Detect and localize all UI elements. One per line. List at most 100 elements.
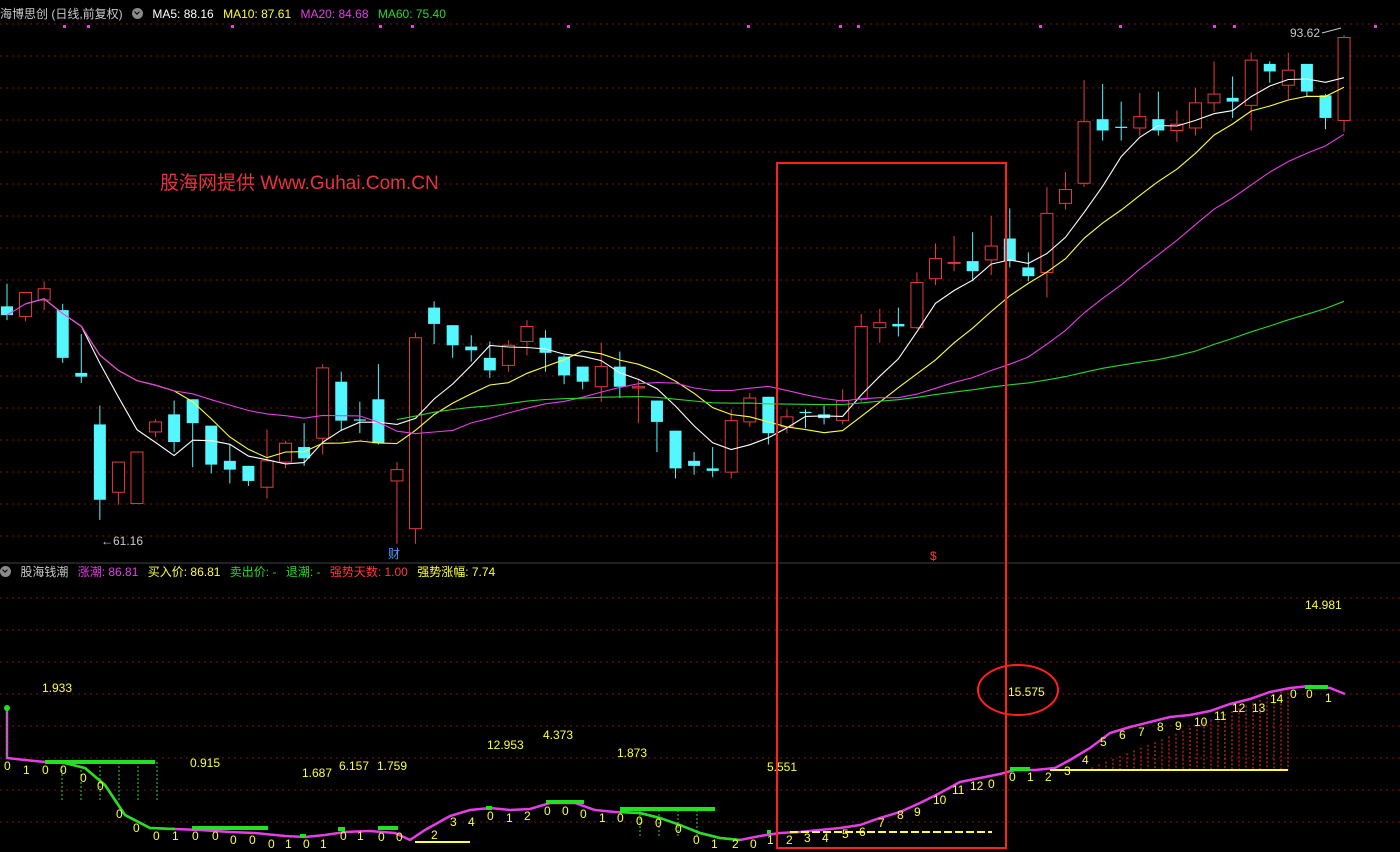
- value-label: 5.551: [767, 760, 797, 774]
- counter-label: 0: [212, 829, 219, 843]
- candle-body-down: [483, 357, 496, 371]
- candle-body-down: [1, 306, 13, 316]
- candle-body-up: [1040, 212, 1054, 273]
- indicator-dropdown-icon[interactable]: [0, 566, 11, 577]
- counter-label: 0: [230, 833, 237, 847]
- candle-body-up: [316, 367, 330, 439]
- counter-label: 0: [750, 837, 757, 851]
- counter-label: 1: [23, 763, 30, 777]
- candle-body-down: [186, 399, 199, 424]
- candle-body-down: [335, 381, 348, 421]
- counter-label: 0: [303, 837, 310, 851]
- counter-label: 0: [80, 771, 87, 785]
- candle-body-down: [353, 419, 366, 421]
- candle-body-down: [465, 346, 478, 351]
- candle-body-up: [594, 366, 608, 388]
- counter-label: 8: [1157, 720, 1164, 734]
- candle-body-down: [799, 411, 812, 414]
- counter-label: 6: [859, 825, 866, 839]
- indicator-title: 股海钱潮: [20, 565, 69, 579]
- counter-label: 1: [357, 829, 364, 843]
- candle-body-down: [205, 425, 218, 465]
- ma5-value: MA5: 88.16: [152, 7, 214, 21]
- counter-label: 7: [878, 816, 885, 830]
- finance-marker: 财: [388, 547, 400, 561]
- counter-label: 2: [732, 837, 739, 851]
- counter-label: 0: [487, 809, 494, 823]
- counter-label: 2: [524, 809, 531, 823]
- counter-label: 9: [1175, 719, 1182, 733]
- candle-body-up: [1207, 93, 1221, 104]
- candle-body-up: [501, 344, 515, 366]
- counter-label: 10: [933, 793, 947, 807]
- value-label: 12.953: [487, 738, 524, 752]
- candle-body-up: [1133, 116, 1147, 129]
- value-label: 1.759: [377, 759, 407, 773]
- counter-label: 3: [450, 815, 457, 829]
- counter-label: 3: [1064, 764, 1071, 778]
- counter-label: 7: [1138, 725, 1145, 739]
- counter-label: 1: [711, 837, 718, 851]
- counter-label: 0: [116, 807, 123, 821]
- counter-label: 5: [1100, 735, 1107, 749]
- counter-label: 0: [1009, 770, 1016, 784]
- event-dot-marker: [231, 25, 234, 28]
- chart-canvas[interactable]: 93.62←61.16财 $1.9330.9151.687 6.157 1.75912…: [0, 0, 1400, 852]
- ma10-line: [43, 86, 1345, 459]
- candle-body-down: [298, 447, 311, 459]
- candle-body-up: [279, 442, 293, 463]
- candle-body-down: [446, 325, 459, 346]
- counter-label: 0: [1306, 687, 1313, 701]
- value-label: 14.981: [1305, 598, 1342, 612]
- counter-label: 8: [897, 808, 904, 822]
- event-dot-marker: [63, 25, 66, 28]
- counter-label: 12: [970, 779, 984, 793]
- candle-body-down: [1300, 63, 1313, 92]
- zhangchao-value: 涨潮: 86.81: [77, 565, 139, 579]
- watermark-text: 股海网提供 Www.Guhai.Com.CN: [160, 173, 439, 194]
- counter-label: 1: [1325, 691, 1332, 705]
- kline-chart-window[interactable]: 93.62 ←61.16 财 $1.933 0.915 1.687 6.157 1.759 12…: [0, 0, 1400, 852]
- candle-body-down: [223, 460, 236, 470]
- counter-label: 0: [340, 829, 347, 843]
- candle-body-up: [854, 325, 868, 400]
- counter-label: 0: [192, 829, 199, 843]
- counter-label: 10: [1194, 715, 1208, 729]
- event-dot-marker: [567, 25, 570, 28]
- ma60-line: [396, 300, 1345, 421]
- counter-label: 2: [1045, 770, 1052, 784]
- counter-label: 11: [1214, 709, 1227, 723]
- high-price-arrow: [1321, 27, 1342, 34]
- counter-label: 1: [1027, 770, 1034, 784]
- candle-body-up: [836, 400, 850, 422]
- counter-label: 0: [675, 822, 682, 836]
- counter-label: 0: [42, 763, 49, 777]
- dropdown-icon[interactable]: [132, 8, 144, 19]
- candle-body-down: [1096, 119, 1109, 131]
- candle-body-up: [111, 461, 125, 493]
- ma60-value: MA60: 75.40: [377, 7, 446, 21]
- counter-label: 0: [249, 833, 256, 847]
- candle-body-down: [168, 414, 181, 442]
- candle-body-down: [1319, 95, 1332, 118]
- event-dot-marker: [747, 25, 750, 28]
- event-dot-marker: [1374, 25, 1377, 28]
- event-dot-marker: [1039, 25, 1042, 28]
- candle-body-up: [1058, 189, 1072, 204]
- candle-body-up: [1188, 102, 1202, 129]
- value-label: 1.933: [42, 681, 72, 695]
- counter-label: 12: [1232, 701, 1246, 715]
- counter-label: 11: [952, 783, 965, 797]
- candle-body-down: [428, 307, 441, 324]
- event-dot-marker: [411, 25, 414, 28]
- stock-title: 海博思创 (日线,前复权): [0, 7, 123, 21]
- event-dot-marker: [839, 25, 842, 28]
- candle-body-up: [631, 386, 645, 389]
- counter-label: 0: [617, 811, 624, 825]
- counter-label: 2: [431, 828, 438, 842]
- counter-label: 3: [804, 831, 811, 845]
- event-dot-marker: [1233, 25, 1236, 28]
- counter-label: 0: [4, 759, 11, 773]
- candle-body-down: [75, 372, 88, 377]
- counter-label: 1: [599, 811, 606, 825]
